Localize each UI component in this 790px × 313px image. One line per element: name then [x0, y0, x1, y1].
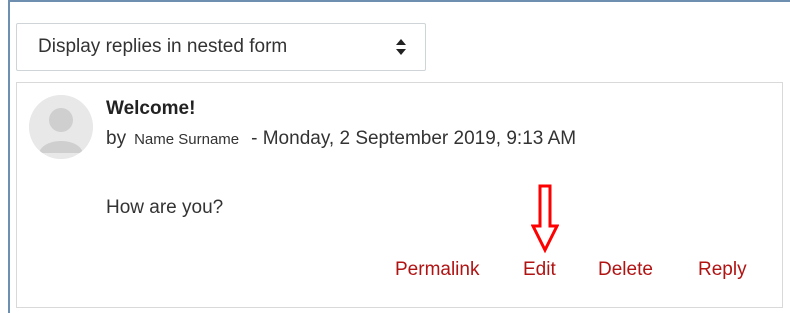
- frame-top-border: [8, 0, 790, 2]
- byline-prefix: by: [106, 128, 127, 149]
- frame-left-border: [8, 0, 10, 313]
- reply-link[interactable]: Reply: [698, 259, 747, 281]
- display-mode-select[interactable]: Display replies in nested form: [16, 23, 426, 71]
- post-byline: by Name Surname - Monday, 2 September 2019…: [106, 128, 576, 150]
- edit-link[interactable]: Edit: [523, 259, 556, 281]
- post-message: How are you?: [106, 197, 224, 218]
- post-date: - Monday, 2 September 2019, 9:13 AM: [251, 128, 577, 149]
- permalink-link[interactable]: Permalink: [395, 259, 479, 281]
- down-arrow-icon: [531, 184, 559, 254]
- display-mode-selected-value: Display replies in nested form: [38, 36, 288, 57]
- post-author-link[interactable]: Name Surname: [134, 131, 239, 148]
- post-subject: Welcome!: [106, 98, 196, 119]
- select-caret-icon: [396, 39, 406, 55]
- forum-discussion-page: Display replies in nested form Welcome! …: [0, 0, 790, 313]
- delete-link[interactable]: Delete: [598, 259, 653, 281]
- default-user-avatar-icon[interactable]: [29, 95, 93, 159]
- forum-post: Welcome! by Name Surname - Monday, 2 Septe…: [16, 82, 783, 308]
